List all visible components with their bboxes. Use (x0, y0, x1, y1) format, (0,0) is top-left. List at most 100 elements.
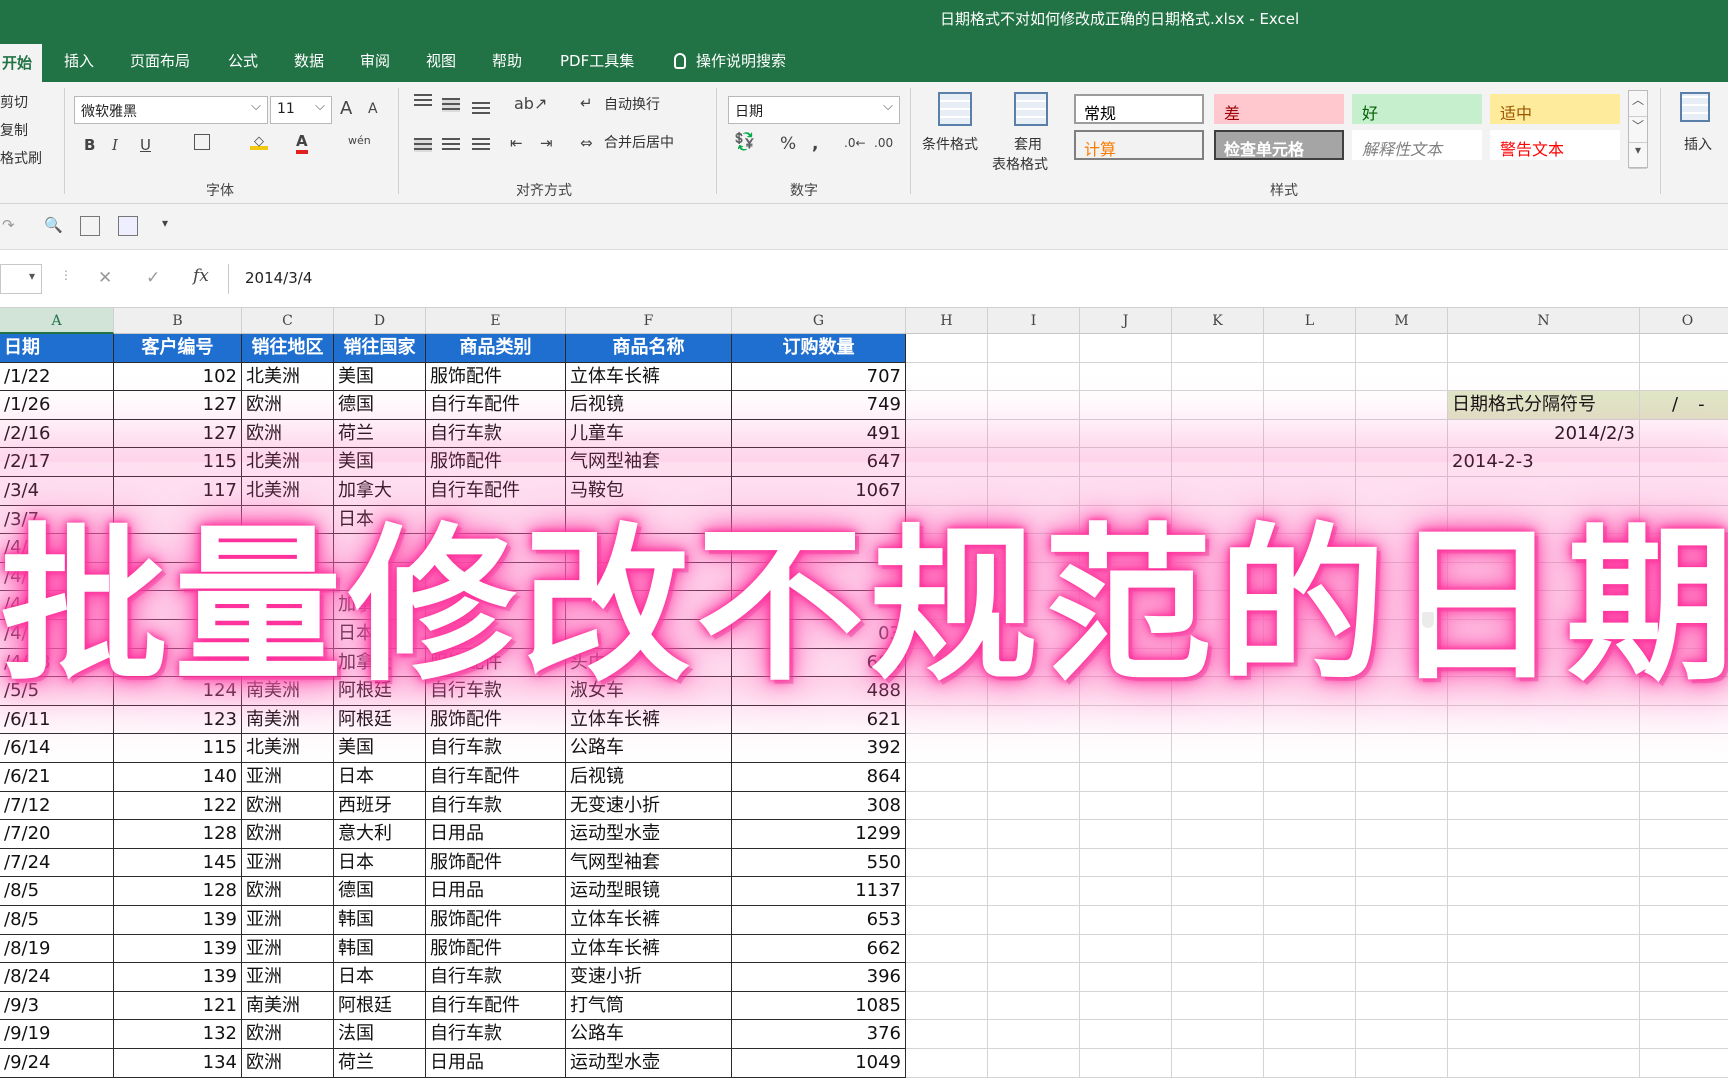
cell[interactable] (1172, 419, 1264, 449)
cell[interactable]: 自行车款 (426, 1020, 566, 1049)
cell[interactable] (1172, 734, 1264, 763)
cell[interactable]: 864 (732, 763, 906, 792)
formula-input[interactable]: 2014/3/4 (228, 264, 1728, 294)
cell[interactable]: /2/16 (0, 419, 114, 449)
cell[interactable]: /9/24 (0, 1049, 114, 1078)
column-header[interactable]: I (988, 308, 1080, 334)
cell-style-0[interactable]: 常规 (1074, 94, 1204, 124)
cell[interactable] (1448, 362, 1640, 392)
cell[interactable]: 自行车款 (426, 791, 566, 821)
cell[interactable] (1640, 420, 1728, 449)
cell[interactable]: 变速小折 (566, 963, 732, 992)
cell[interactable] (1640, 763, 1728, 792)
cell[interactable]: 意大利 (334, 820, 426, 849)
table-header-cell[interactable]: 订购数量 (732, 334, 906, 363)
cell[interactable] (906, 419, 988, 449)
cell[interactable]: 打气筒 (566, 991, 732, 1021)
cell[interactable] (906, 362, 988, 392)
cell[interactable]: 立体车长裤 (566, 362, 732, 392)
cell[interactable] (1448, 734, 1640, 763)
cell[interactable] (1080, 391, 1172, 420)
cell[interactable] (988, 963, 1080, 992)
cell[interactable] (988, 877, 1080, 906)
cell[interactable]: 欧洲 (242, 1020, 334, 1049)
cell[interactable]: /8/5 (0, 906, 114, 935)
cell[interactable] (1448, 906, 1640, 935)
cell[interactable] (1172, 963, 1264, 992)
tab-pdf-tools[interactable]: PDF工具集 (560, 50, 634, 71)
cell[interactable] (1172, 820, 1264, 849)
cell[interactable] (1640, 877, 1728, 906)
conditional-format-button[interactable]: 条件格式 (922, 134, 978, 154)
cell[interactable] (1172, 1020, 1264, 1049)
cell[interactable] (906, 991, 988, 1021)
cell[interactable]: 127 (114, 391, 242, 420)
tab-review[interactable]: 审阅 (360, 50, 390, 71)
align-center-icon[interactable] (442, 138, 460, 152)
cell-style-1[interactable]: 差 (1214, 94, 1344, 124)
cell[interactable] (1264, 877, 1356, 906)
cell[interactable]: 公路车 (566, 734, 732, 763)
cell[interactable] (1264, 1020, 1356, 1049)
column-header[interactable]: H (906, 308, 988, 334)
cell[interactable] (1640, 820, 1728, 849)
cell[interactable] (1080, 791, 1172, 821)
cell[interactable] (988, 419, 1080, 449)
cell[interactable]: 1049 (732, 1049, 906, 1078)
table-header-cell[interactable]: 商品类别 (426, 334, 566, 363)
cell[interactable]: /7/20 (0, 820, 114, 849)
cell[interactable] (1356, 334, 1448, 363)
cell[interactable] (1264, 991, 1356, 1021)
cell[interactable] (1640, 935, 1728, 964)
cell[interactable]: 自行车配件 (426, 763, 566, 792)
cell[interactable] (1448, 963, 1640, 992)
cell[interactable]: 自行车款 (426, 419, 566, 449)
cell[interactable]: 服饰配件 (426, 934, 566, 964)
cell[interactable] (1080, 820, 1172, 849)
cell[interactable] (1356, 1020, 1448, 1049)
cell[interactable]: 服饰配件 (426, 906, 566, 935)
cell[interactable] (906, 763, 988, 792)
cell[interactable] (1448, 763, 1640, 792)
cell[interactable] (1080, 1049, 1172, 1078)
cell[interactable]: 550 (732, 848, 906, 878)
cell[interactable]: 运动型水壶 (566, 1049, 732, 1078)
cell[interactable]: /8/24 (0, 963, 114, 992)
format-as-table-icon[interactable] (1014, 92, 1048, 126)
cell[interactable]: 132 (114, 1020, 242, 1049)
cell[interactable] (1448, 1020, 1640, 1049)
underline-icon[interactable]: U (140, 136, 151, 154)
table-header-cell[interactable]: 商品名称 (566, 334, 732, 363)
align-right-icon[interactable] (472, 138, 490, 152)
column-header[interactable]: N (1448, 308, 1640, 334)
align-middle-icon[interactable] (442, 98, 460, 112)
cell[interactable] (1356, 391, 1448, 420)
cell[interactable]: 日用品 (426, 1049, 566, 1078)
cell[interactable] (1356, 991, 1448, 1021)
cell[interactable] (1356, 734, 1448, 763)
cell[interactable]: 127 (114, 419, 242, 449)
cell[interactable]: 662 (732, 934, 906, 964)
enter-icon[interactable]: ✓ (146, 268, 160, 288)
cut-button[interactable]: 剪切 (0, 92, 28, 112)
cell[interactable] (906, 848, 988, 878)
cell[interactable] (1356, 791, 1448, 821)
cell[interactable]: 139 (114, 906, 242, 935)
merge-center-button[interactable]: 合并后居中 (604, 132, 674, 152)
cell[interactable] (1264, 848, 1356, 878)
cell[interactable]: 法国 (334, 1020, 426, 1049)
cell[interactable]: 491 (732, 419, 906, 449)
increase-indent-icon[interactable]: ⇥ (540, 134, 553, 152)
number-format-combo[interactable]: 日期 ⌵ (728, 96, 900, 124)
cell[interactable]: 欧洲 (242, 791, 334, 821)
copy-doc-icon[interactable] (118, 216, 138, 236)
page-icon[interactable] (80, 216, 100, 236)
cell[interactable]: 134 (114, 1049, 242, 1078)
cell[interactable]: 荷兰 (334, 419, 426, 449)
cell[interactable] (988, 1020, 1080, 1049)
cell[interactable]: 128 (114, 820, 242, 849)
decrease-decimal-icon[interactable]: .00 (874, 136, 893, 150)
insert-function-icon[interactable]: fx (193, 266, 209, 286)
cell[interactable] (1356, 419, 1448, 449)
cell[interactable]: 后视镜 (566, 391, 732, 420)
